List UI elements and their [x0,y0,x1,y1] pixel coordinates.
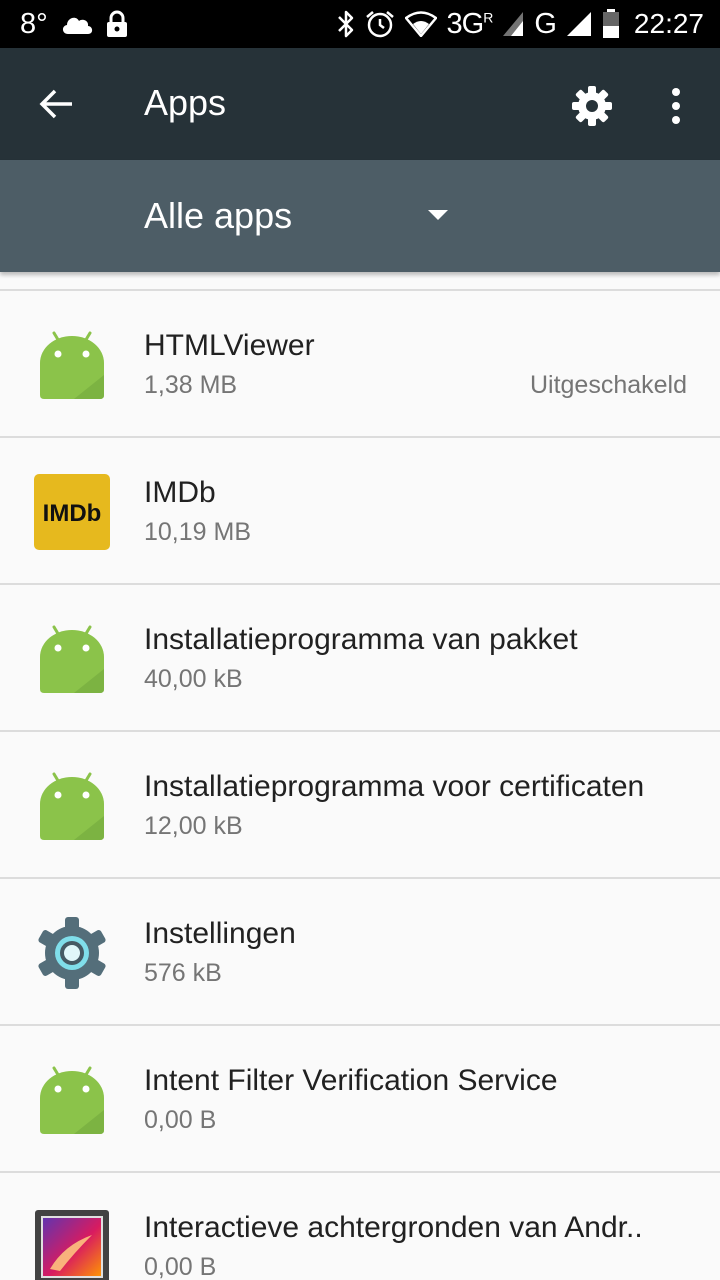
app-name: Interactieve achtergronden van Andr.. [144,1211,643,1244]
android-icon [40,772,104,840]
status-left: 8° [20,8,128,41]
signal-icon [566,11,592,37]
cloud-icon [60,13,94,35]
app-list-item[interactable]: HTMLViewer 1,38 MB Uitgeschakeld [0,291,720,438]
app-list-rows: HTMLViewer 1,38 MB Uitgeschakeld IMDb IM… [0,291,720,1280]
battery-icon [602,9,620,39]
dropdown-arrow-icon [428,210,448,220]
android-icon [40,331,104,399]
app-list-item[interactable]: Installatieprogramma van pakket 40,00 kB [0,585,720,732]
arrow-back-icon [39,89,72,119]
app-size: 0,00 B [144,1253,217,1280]
clock-text: 22:27 [633,8,704,39]
imdb-icon-text: IMDb [43,500,102,527]
app-list-item[interactable]: Instellingen 576 kB [0,879,720,1026]
app-name: Installatieprogramma voor certificaten [144,770,645,803]
app-size: 1,38 MB [144,371,238,399]
filter-bar: Alle apps [0,160,720,272]
app-size: 40,00 kB [144,665,243,693]
app-name: Instellingen [144,917,296,950]
settings-button[interactable] [562,76,622,136]
android-icon [40,625,104,693]
lock-icon [106,10,128,38]
bluetooth-icon [337,9,355,39]
alarm-icon [365,9,395,39]
app-size: 12,00 kB [144,812,243,840]
gear-icon [572,86,612,126]
roaming-indicator: R [483,8,493,25]
app-name: IMDb [144,476,216,509]
status-bar: 8° 3GR G 22:27 [0,0,720,48]
network-3g-text: 3G [446,7,485,40]
app-list-item[interactable]: Intent Filter Verification Service 0,00 … [0,1026,720,1173]
more-vert-icon [672,88,680,124]
back-button[interactable] [28,76,84,132]
network-3g-label: 3GR [446,7,494,41]
filter-selected-label: Alle apps [144,195,293,236]
app-status: Uitgeschakeld [529,371,687,399]
app-filter-dropdown[interactable]: Alle apps [144,160,464,272]
imdb-icon: IMDb [34,474,110,550]
signal-icon [502,11,524,37]
app-toolbar: Apps [0,48,720,160]
app-size: 576 kB [144,959,222,987]
wifi-icon [404,11,437,37]
network-g-text: G [534,7,557,40]
app-name: Intent Filter Verification Service [144,1064,558,1097]
app-size: 10,19 MB [144,518,252,546]
app-name: HTMLViewer [144,329,315,362]
app-name: Installatieprogramma van pakket [144,623,578,656]
page-title: Apps [144,82,227,123]
status-right: 3GR G 22:27 [337,8,704,41]
temperature-text: 8° [20,7,48,40]
live-wallpaper-icon [35,1210,109,1280]
settings-app-icon [38,917,106,989]
app-list[interactable]: HTMLViewer 1,38 MB Uitgeschakeld IMDb IM… [0,272,720,1280]
app-list-item[interactable]: IMDb IMDb 10,19 MB [0,438,720,585]
app-list-item[interactable]: Interactieve achtergronden van Andr.. 0,… [0,1173,720,1280]
app-size: 0,00 B [144,1106,217,1134]
overflow-menu-button[interactable] [652,76,700,136]
app-list-item[interactable]: Installatieprogramma voor certificaten 1… [0,732,720,879]
android-icon [40,1066,104,1134]
